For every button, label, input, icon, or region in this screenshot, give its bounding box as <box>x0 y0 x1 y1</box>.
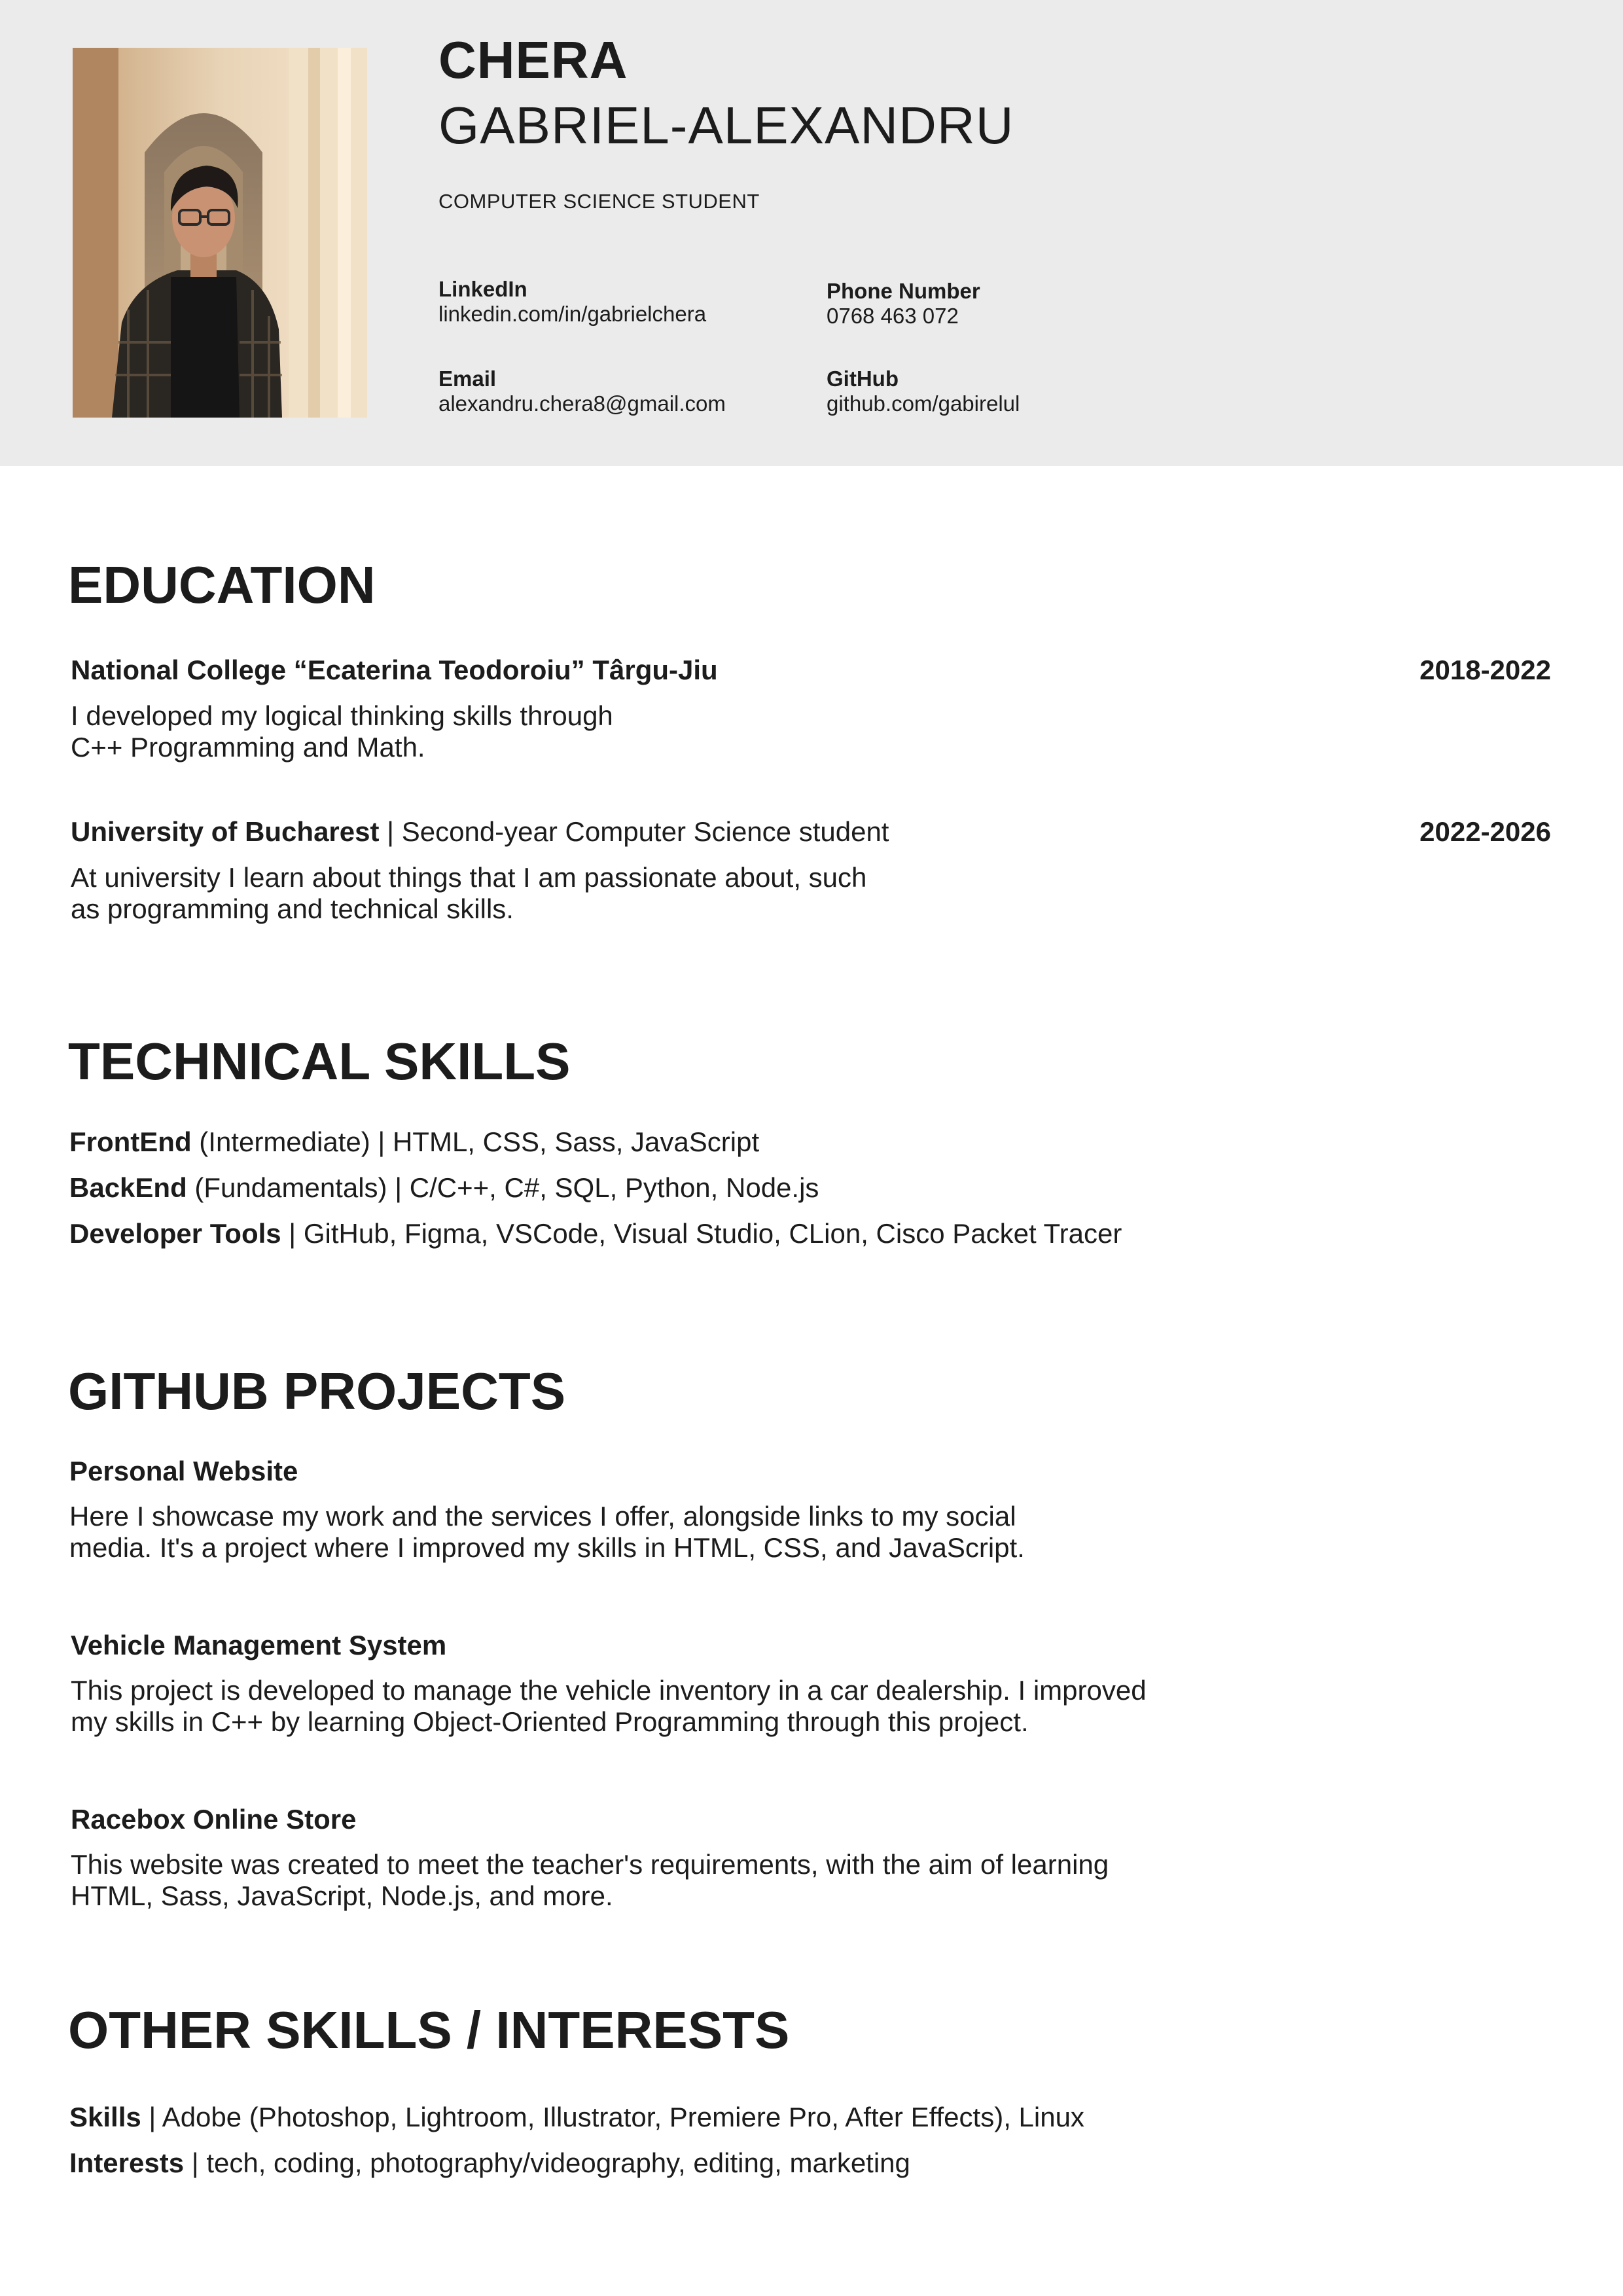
project-description: Here I showcase my work and the services… <box>69 1501 1025 1564</box>
description-line: This project is developed to manage the … <box>71 1675 1147 1706</box>
description-line: At university I learn about things that … <box>71 862 867 893</box>
email-link[interactable]: alexandru.chera8@gmail.com <box>438 391 726 416</box>
education-entry-title: National College “Ecaterina Teodoroiu” T… <box>71 656 718 684</box>
github-link[interactable]: github.com/gabirelul <box>827 391 1020 416</box>
resume-header: CHERA GABRIEL-ALEXANDRU COMPUTER SCIENCE… <box>0 0 1623 466</box>
skill-label: Skills <box>69 2102 141 2132</box>
other-skills-heading: OTHER SKILLS / INTERESTS <box>68 2001 790 2059</box>
contact-email: Email alexandru.chera8@gmail.com <box>438 367 726 416</box>
job-title: COMPUTER SCIENCE STUDENT <box>438 190 760 213</box>
skill-label: BackEnd <box>69 1172 187 1203</box>
first-name: GABRIEL-ALEXANDRU <box>438 96 1014 154</box>
education-description: At university I learn about things that … <box>71 862 866 925</box>
project-title: Personal Website <box>69 1456 298 1486</box>
education-years: 2022-2026 <box>1419 816 1551 847</box>
description-line: media. It's a project where I improved m… <box>69 1532 1025 1563</box>
phone-link[interactable]: 0768 463 072 <box>827 304 980 329</box>
skill-text: (Intermediate) | HTML, CSS, Sass, JavaSc… <box>191 1126 760 1157</box>
project-title: Vehicle Management System <box>71 1630 447 1660</box>
skill-line: FrontEnd (Intermediate) | HTML, CSS, Sas… <box>69 1128 759 1156</box>
contact-label: Email <box>438 367 497 391</box>
description-line: as programming and technical skills. <box>71 893 514 924</box>
description-line: HTML, Sass, JavaScript, Node.js, and mor… <box>71 1880 613 1911</box>
contact-linkedin: LinkedIn linkedin.com/in/gabrielchera <box>438 277 706 327</box>
education-years: 2018-2022 <box>1419 655 1551 685</box>
institution-name: National College “Ecaterina Teodoroiu” T… <box>71 655 718 685</box>
linkedin-link[interactable]: linkedin.com/in/gabrielchera <box>438 302 706 327</box>
projects-heading: GITHUB PROJECTS <box>68 1362 566 1420</box>
education-entry-title: University of Bucharest | Second-year Co… <box>71 818 889 846</box>
description-line: I developed my logical thinking skills t… <box>71 700 613 731</box>
institution-name: University of Bucharest <box>71 816 380 847</box>
description-line: Here I showcase my work and the services… <box>69 1501 1016 1532</box>
skill-text: | Adobe (Photoshop, Lightroom, Illustrat… <box>141 2102 1084 2132</box>
institution-detail: | Second-year Computer Science student <box>379 816 889 847</box>
skill-text: | GitHub, Figma, VSCode, Visual Studio, … <box>281 1218 1122 1249</box>
profile-photo <box>73 48 367 418</box>
skill-label: Developer Tools <box>69 1218 281 1249</box>
skill-label: FrontEnd <box>69 1126 192 1157</box>
technical-skills-heading: TECHNICAL SKILLS <box>68 1032 571 1090</box>
description-line: This website was created to meet the tea… <box>71 1849 1109 1880</box>
last-name: CHERA <box>438 31 628 89</box>
project-title: Racebox Online Store <box>71 1804 357 1835</box>
skill-text: (Fundamentals) | C/C++, C#, SQL, Python,… <box>187 1172 819 1203</box>
contact-label: LinkedIn <box>438 277 527 301</box>
skill-line: Interests | tech, coding, photography/vi… <box>69 2149 910 2177</box>
contact-github: GitHub github.com/gabirelul <box>827 367 1020 416</box>
education-description: I developed my logical thinking skills t… <box>71 700 613 763</box>
skill-text: | tech, coding, photography/videography,… <box>184 2147 910 2178</box>
description-line: C++ Programming and Math. <box>71 732 425 762</box>
education-heading: EDUCATION <box>68 556 376 614</box>
description-line: my skills in C++ by learning Object-Orie… <box>71 1706 1029 1737</box>
skill-line: BackEnd (Fundamentals) | C/C++, C#, SQL,… <box>69 1174 819 1202</box>
skill-line: Skills | Adobe (Photoshop, Lightroom, Il… <box>69 2104 1084 2131</box>
project-description: This project is developed to manage the … <box>71 1675 1147 1738</box>
contact-label: Phone Number <box>827 279 980 303</box>
skill-label: Interests <box>69 2147 185 2178</box>
contact-phone: Phone Number 0768 463 072 <box>827 279 980 329</box>
skill-line: Developer Tools | GitHub, Figma, VSCode,… <box>69 1220 1122 1247</box>
contact-label: GitHub <box>827 367 899 391</box>
project-description: This website was created to meet the tea… <box>71 1849 1109 1912</box>
